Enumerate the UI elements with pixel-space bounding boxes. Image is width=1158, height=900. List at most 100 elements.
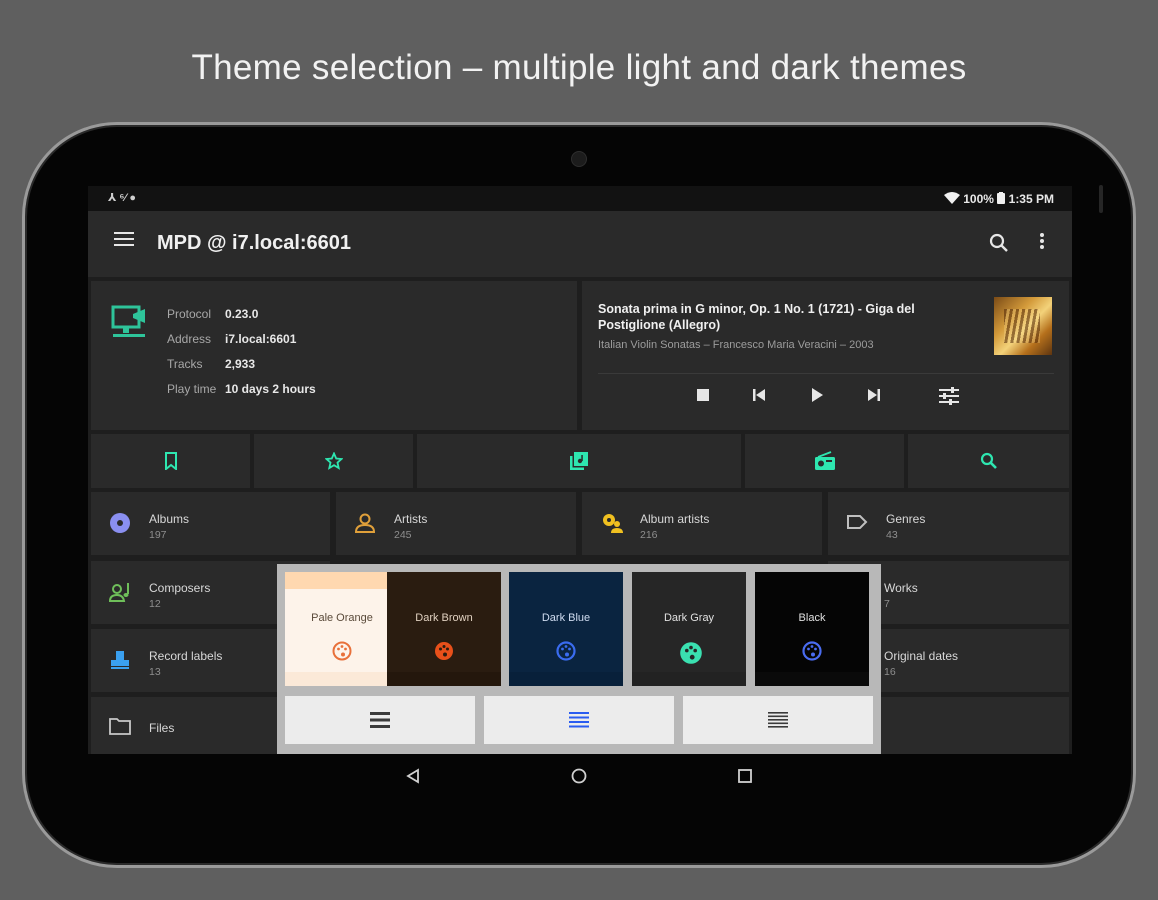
- group-icon: [603, 514, 623, 533]
- app-toolbar: MPD @ i7.local:6601: [88, 211, 1072, 277]
- more-vert-icon[interactable]: [1040, 233, 1044, 251]
- theme-selection-popup: Pale Orange Dark Brown Dark Blue Dark Gr…: [277, 564, 881, 754]
- radio-icon: [814, 451, 835, 470]
- divider: [598, 373, 1054, 374]
- equalizer-settings-icon[interactable]: [938, 386, 960, 406]
- theme-name: Pale Orange: [311, 612, 373, 624]
- clock: 1:35 PM: [1008, 192, 1054, 206]
- tile-name: Record labels: [149, 649, 223, 663]
- menu-icon[interactable]: [114, 232, 134, 248]
- theme-footer-bar: [285, 672, 399, 686]
- server-value: 0.23.0: [225, 306, 259, 321]
- album-art[interactable]: [994, 297, 1052, 355]
- library-button[interactable]: [417, 434, 741, 488]
- server-key: Tracks: [167, 356, 203, 371]
- composer-icon: [109, 583, 129, 602]
- tile-count: 245: [394, 529, 412, 541]
- promo-headline: Theme selection – multiple light and dar…: [191, 48, 967, 87]
- label-icon: [847, 515, 868, 529]
- tile-count: 16: [884, 666, 896, 678]
- search-icon[interactable]: [988, 232, 1010, 254]
- list-selected-icon: [569, 712, 589, 728]
- track-title: Sonata prima in G minor, Op. 1 No. 1 (17…: [598, 302, 915, 332]
- layout-option-list-selected[interactable]: [484, 696, 674, 744]
- search-shortcut-button[interactable]: [908, 434, 1069, 488]
- tile-name: Album artists: [640, 512, 710, 526]
- tile-name: Genres: [886, 512, 926, 526]
- star-icon: [324, 452, 343, 470]
- server-row: Play time 10 days 2 hours: [167, 376, 316, 401]
- server-value: i7.local:6601: [225, 331, 297, 346]
- track-subtitle: Italian Violin Sonatas – Francesco Maria…: [598, 339, 874, 351]
- server-row: Protocol 0.23.0: [167, 301, 316, 326]
- library-tile-albums[interactable]: Albums 197: [91, 492, 330, 555]
- notification-icons: ⅄ ⁶⁄ ●: [108, 192, 137, 204]
- theme-option-dark-blue[interactable]: Dark Blue: [509, 572, 623, 686]
- server-row: Address i7.local:6601: [167, 326, 316, 351]
- tile-count: 12: [149, 598, 161, 610]
- recents-icon[interactable]: [737, 768, 753, 784]
- library-tile-artists[interactable]: Artists 245: [336, 492, 576, 555]
- tile-name: Original dates: [884, 649, 959, 663]
- tile-name: Composers: [149, 581, 211, 595]
- previous-icon[interactable]: [750, 386, 768, 404]
- theme-footer-bar: [387, 672, 501, 686]
- server-info-card: Protocol 0.23.0 Address i7.local:6601 Trac…: [91, 281, 577, 430]
- tile-count: 7: [884, 598, 890, 610]
- library-icon: [570, 452, 588, 470]
- folder-icon: [109, 718, 131, 735]
- side-button: [1099, 185, 1103, 213]
- theme-name: Dark Brown: [415, 612, 473, 624]
- tile-count: 216: [640, 529, 658, 541]
- album-icon: [110, 513, 130, 533]
- server-value: 10 days 2 hours: [225, 381, 316, 396]
- server-row: Tracks 2,933: [167, 351, 316, 376]
- bookmarks-button[interactable]: [91, 434, 250, 488]
- tile-name: Files: [149, 721, 175, 735]
- app-screen: ⅄ ⁶⁄ ● 100% 1:35 PM MPD @ i7.local:6601 …: [88, 186, 1072, 754]
- favorites-button[interactable]: [254, 434, 413, 488]
- list-compact-icon: [768, 712, 788, 728]
- status-right: 100% 1:35 PM: [943, 192, 1054, 206]
- home-icon[interactable]: [571, 768, 587, 784]
- layout-option-list[interactable]: [285, 696, 475, 744]
- tile-name: Works: [884, 581, 918, 595]
- back-icon[interactable]: [405, 768, 421, 784]
- theme-footer-bar: [632, 672, 746, 686]
- palette-icon: [802, 641, 822, 661]
- person-icon: [354, 513, 376, 533]
- library-tile-album-artists[interactable]: Album artists 216: [582, 492, 822, 555]
- system-nav-bar: [0, 754, 1158, 800]
- theme-footer-bar: [509, 672, 623, 686]
- server-key: Play time: [167, 381, 217, 396]
- next-icon[interactable]: [865, 386, 883, 404]
- radio-button[interactable]: [745, 434, 904, 488]
- theme-name: Black: [798, 612, 826, 624]
- theme-name: Dark Gray: [663, 612, 715, 624]
- server-value: 2,933: [225, 356, 256, 371]
- palette-icon: [435, 642, 453, 660]
- theme-name: Dark Blue: [541, 612, 591, 624]
- library-tile-genres[interactable]: Genres 43: [828, 492, 1069, 555]
- layout-option-list-compact[interactable]: [683, 696, 873, 744]
- theme-footer-bar: [755, 672, 869, 686]
- palette-icon: [556, 641, 576, 661]
- palette-icon: [332, 641, 352, 661]
- theme-option-dark-brown[interactable]: Dark Brown: [387, 572, 501, 686]
- tile-count: 43: [886, 529, 898, 541]
- stop-icon[interactable]: [694, 386, 712, 404]
- server-key: Address: [167, 331, 212, 346]
- server-details: Protocol 0.23.0 Address i7.local:6601 Trac…: [167, 301, 316, 401]
- server-key: Protocol: [167, 306, 212, 321]
- tile-name: Artists: [394, 512, 428, 526]
- theme-option-black[interactable]: Black: [755, 572, 869, 686]
- search-icon: [980, 452, 997, 469]
- record-label-icon: [111, 651, 129, 669]
- theme-option-dark-gray[interactable]: Dark Gray: [632, 572, 746, 686]
- now-playing-card[interactable]: Sonata prima in G minor, Op. 1 No. 1 (17…: [582, 281, 1069, 430]
- status-bar: ⅄ ⁶⁄ ● 100% 1:35 PM: [88, 186, 1072, 211]
- tile-count: 13: [149, 666, 161, 678]
- theme-option-pale-orange[interactable]: Pale Orange: [285, 572, 399, 686]
- play-icon[interactable]: [808, 386, 826, 404]
- tile-count: 197: [149, 529, 167, 541]
